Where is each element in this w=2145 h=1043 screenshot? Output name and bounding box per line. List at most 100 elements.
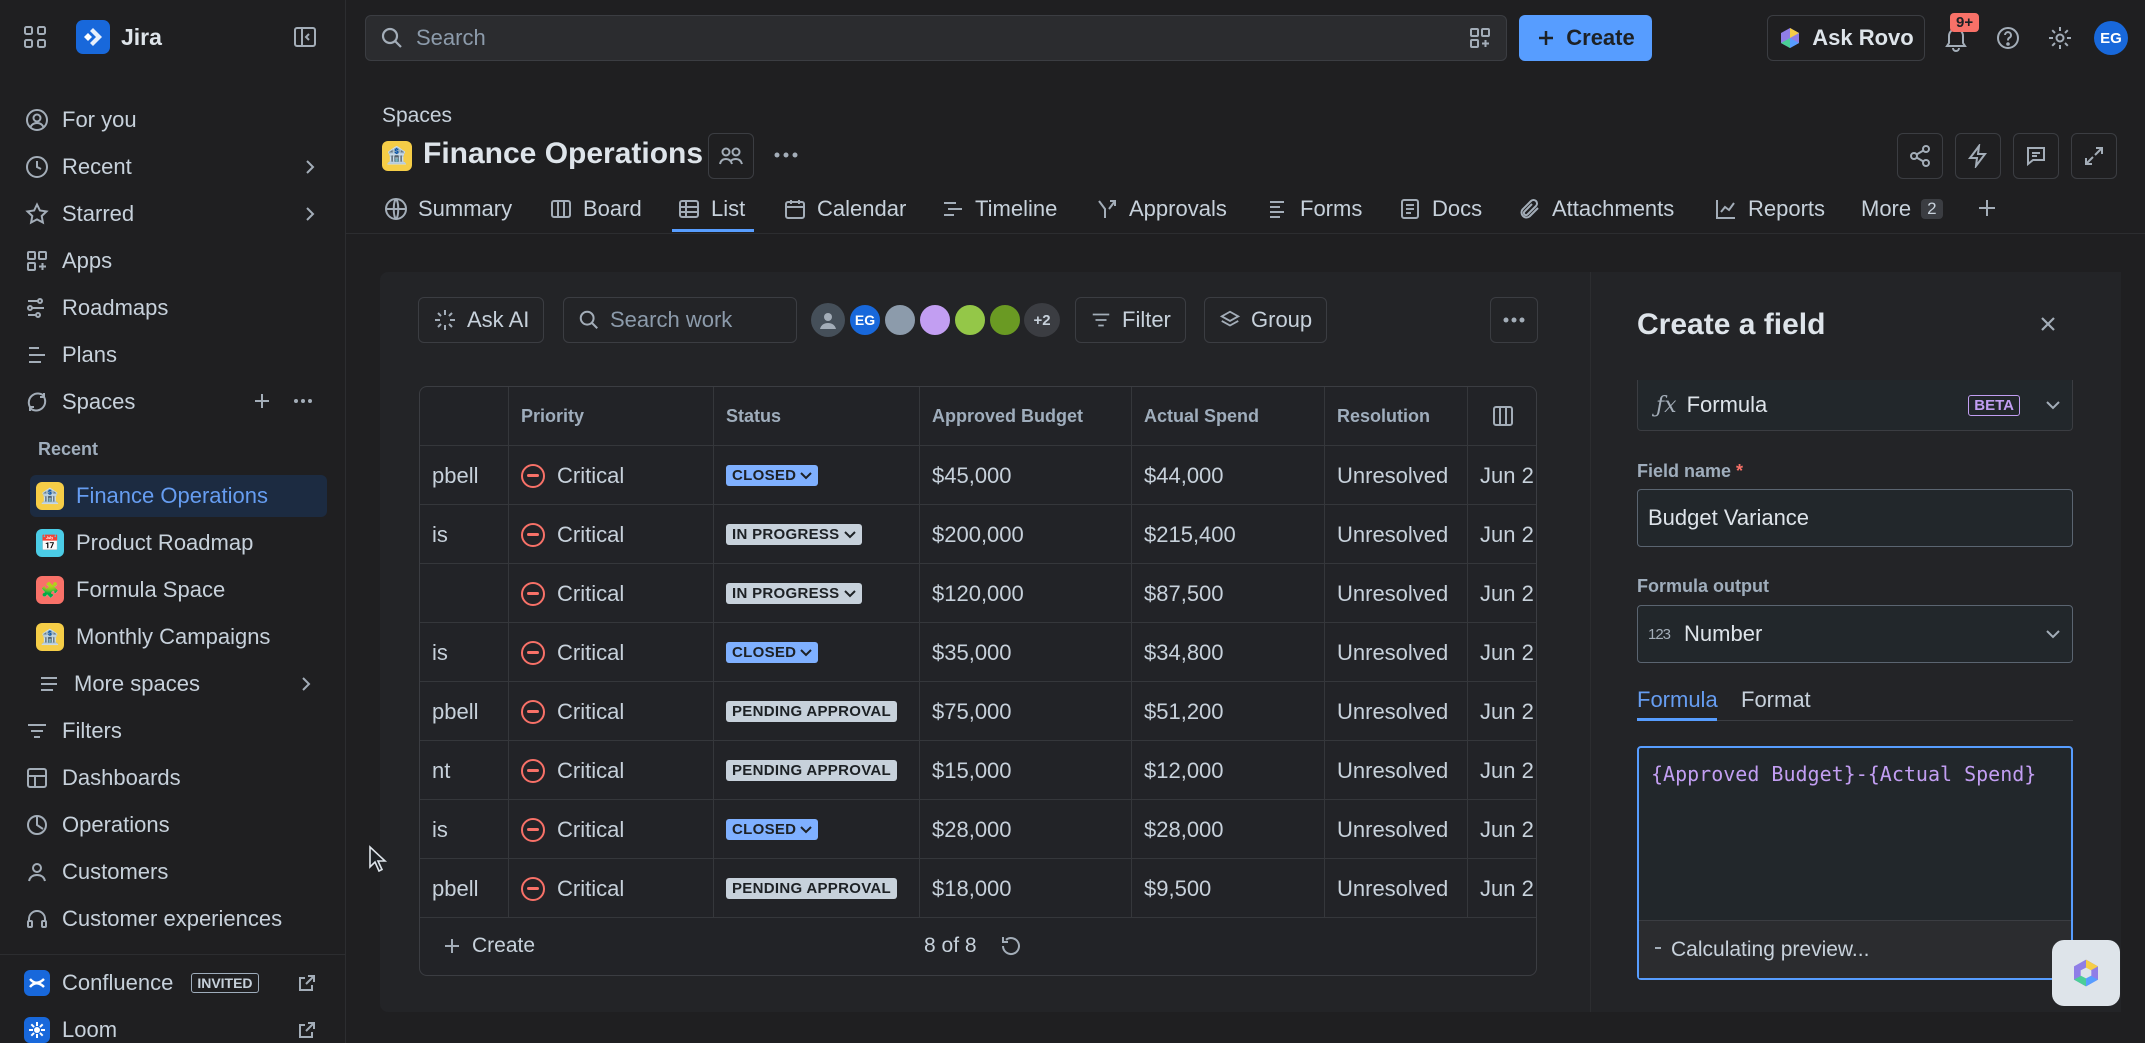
sidebar-item-apps[interactable]: Apps: [20, 241, 331, 281]
tab-reports[interactable]: Reports: [1714, 192, 1825, 226]
search-filters-icon[interactable]: [1468, 26, 1492, 50]
tab-docs[interactable]: Docs: [1398, 192, 1482, 226]
space-members-button[interactable]: [708, 133, 754, 179]
sidebar-item-loom[interactable]: Loom: [20, 1010, 331, 1043]
cell-status[interactable]: PENDING APPROVAL: [714, 859, 920, 918]
column-header-priority[interactable]: Priority: [509, 387, 714, 445]
table-row[interactable]: is Critical IN PROGRESS $200,000 $215,400 Unr…: [420, 504, 1536, 564]
cell-status[interactable]: PENDING APPROVAL: [714, 741, 920, 800]
external-link-icon[interactable]: [297, 973, 317, 993]
tab-attachments[interactable]: Attachments: [1518, 192, 1674, 226]
unassigned-avatar[interactable]: [811, 303, 845, 337]
table-row[interactable]: is Critical CLOSED $35,000 $34,800 Unresolved…: [420, 622, 1536, 682]
tab-more[interactable]: More 2: [1861, 192, 1943, 226]
cell-status[interactable]: IN PROGRESS: [714, 564, 920, 623]
table-row[interactable]: pbell Critical PENDING APPROVAL $18,000 $9,5…: [420, 858, 1536, 918]
app-switcher-icon[interactable]: [22, 24, 48, 50]
share-button[interactable]: [1897, 133, 1943, 179]
tab-list[interactable]: List: [677, 192, 745, 226]
status-lozenge[interactable]: CLOSED: [726, 819, 819, 840]
jira-logo-icon[interactable]: [76, 20, 110, 54]
sidebar-item-operations[interactable]: Operations: [20, 805, 331, 845]
sidebar-item-spaces[interactable]: Spaces: [20, 382, 331, 422]
space-product-roadmap[interactable]: 📅 Product Roadmap: [30, 522, 327, 564]
tab-board[interactable]: Board: [549, 192, 642, 226]
status-lozenge[interactable]: CLOSED: [726, 642, 819, 663]
external-link-icon[interactable]: [297, 1020, 317, 1040]
app-name[interactable]: Jira: [121, 24, 162, 51]
column-header-assignee[interactable]: [420, 387, 509, 445]
cell-status[interactable]: PENDING APPROVAL: [714, 682, 920, 741]
group-button[interactable]: Group: [1204, 297, 1328, 343]
status-lozenge[interactable]: IN PROGRESS: [726, 583, 862, 604]
table-row[interactable]: nt Critical PENDING APPROVAL $15,000 $12,000…: [420, 740, 1536, 800]
rovo-chat-button[interactable]: [2052, 940, 2120, 1006]
tab-timeline[interactable]: Timeline: [941, 192, 1057, 226]
column-header-resolution[interactable]: Resolution: [1325, 387, 1468, 445]
tab-format[interactable]: Format: [1741, 687, 1811, 713]
sidebar-item-roadmaps[interactable]: Roadmaps: [20, 288, 331, 328]
ask-rovo-button[interactable]: Ask Rovo: [1767, 15, 1925, 61]
avatar[interactable]: [953, 303, 987, 337]
avatar[interactable]: [918, 303, 952, 337]
sidebar-item-starred[interactable]: Starred: [20, 194, 331, 234]
user-avatar[interactable]: EG: [2094, 21, 2128, 55]
field-type-select[interactable]: ƒx Formula BETA: [1637, 380, 2073, 431]
ask-ai-button[interactable]: Ask AI: [418, 297, 545, 343]
fullscreen-button[interactable]: [2071, 133, 2117, 179]
refresh-icon[interactable]: [999, 934, 1023, 958]
table-row[interactable]: Critical IN PROGRESS $120,000 $87,500 Unreso…: [420, 563, 1536, 623]
avatar[interactable]: [988, 303, 1022, 337]
chevron-right-icon[interactable]: [303, 157, 317, 177]
breadcrumb[interactable]: Spaces: [382, 104, 452, 128]
table-row[interactable]: pbell Critical CLOSED $45,000 $44,000 Unresol…: [420, 445, 1536, 505]
sidebar-item-customer-experiences[interactable]: Customer experiences: [20, 899, 331, 939]
sidebar-item-filters[interactable]: Filters: [20, 711, 331, 751]
column-header-status[interactable]: Status: [714, 387, 920, 445]
collapse-sidebar-icon[interactable]: [292, 24, 318, 50]
global-search-input[interactable]: Search: [365, 15, 1507, 61]
status-lozenge[interactable]: CLOSED: [726, 465, 819, 486]
close-icon[interactable]: [2036, 312, 2060, 336]
sidebar-item-recent[interactable]: Recent: [20, 147, 331, 187]
create-button[interactable]: Create: [1519, 15, 1652, 61]
more-avatars-badge[interactable]: +2: [1024, 303, 1060, 337]
more-options-icon[interactable]: [292, 390, 314, 412]
tab-approvals[interactable]: Approvals: [1095, 192, 1227, 226]
feedback-button[interactable]: [2013, 133, 2059, 179]
cell-status[interactable]: CLOSED: [714, 446, 920, 505]
avatar[interactable]: [883, 303, 917, 337]
table-row[interactable]: pbell Critical PENDING APPROVAL $75,000 $51,…: [420, 681, 1536, 741]
tab-calendar[interactable]: Calendar: [783, 192, 906, 226]
sidebar-item-confluence[interactable]: Confluence INVITED: [20, 963, 331, 1003]
status-lozenge[interactable]: IN PROGRESS: [726, 524, 862, 545]
space-monthly-campaigns[interactable]: 🏦 Monthly Campaigns: [30, 616, 327, 658]
column-header-actual-spend[interactable]: Actual Spend: [1132, 387, 1325, 445]
table-row[interactable]: is Critical CLOSED $28,000 $28,000 Unresolved…: [420, 799, 1536, 859]
search-work-input[interactable]: Search work: [563, 297, 797, 343]
formula-editor[interactable]: {Approved Budget}-{Actual Spend} Calcula…: [1637, 746, 2073, 980]
add-tab-icon[interactable]: [1975, 196, 1999, 220]
column-settings-button[interactable]: [1468, 387, 1536, 445]
automation-button[interactable]: [1955, 133, 2001, 179]
more-options-button[interactable]: [1490, 297, 1538, 343]
tab-summary[interactable]: Summary: [384, 192, 512, 226]
chevron-right-icon[interactable]: [303, 204, 317, 224]
space-finance-operations[interactable]: 🏦 Finance Operations: [30, 475, 327, 517]
sidebar-item-for-you[interactable]: For you: [20, 100, 331, 140]
tab-forms[interactable]: Forms: [1266, 192, 1362, 226]
settings-gear-icon[interactable]: [2047, 25, 2073, 51]
user-avatar[interactable]: EG: [848, 303, 882, 337]
cell-status[interactable]: IN PROGRESS: [714, 505, 920, 564]
chevron-right-icon[interactable]: [299, 674, 313, 694]
formula-output-select[interactable]: 123 Number: [1637, 605, 2073, 663]
tab-formula[interactable]: Formula: [1637, 687, 1718, 713]
add-space-icon[interactable]: [251, 390, 273, 412]
more-actions-icon[interactable]: [772, 145, 800, 165]
status-lozenge[interactable]: PENDING APPROVAL: [726, 701, 897, 722]
status-lozenge[interactable]: PENDING APPROVAL: [726, 760, 897, 781]
create-work-item-button[interactable]: Create: [442, 934, 535, 958]
status-lozenge[interactable]: PENDING APPROVAL: [726, 878, 897, 899]
column-header-approved-budget[interactable]: Approved Budget: [920, 387, 1132, 445]
cell-status[interactable]: CLOSED: [714, 800, 920, 859]
